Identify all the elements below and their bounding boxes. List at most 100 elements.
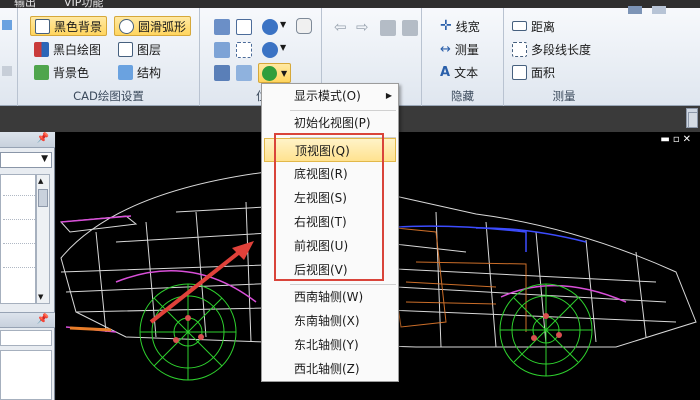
- left-panel-scrollbar[interactable]: ▲ ▼: [36, 174, 50, 304]
- text-button[interactable]: A 文本: [440, 62, 478, 82]
- back-arrow-icon[interactable]: ⇦: [334, 18, 347, 36]
- measure-button[interactable]: ↔ 测量: [440, 39, 479, 59]
- ribbon-group-partial: [0, 8, 18, 106]
- black-background-label: 黑色背景: [54, 19, 103, 34]
- cad-group-label: CAD绘图设置: [73, 89, 144, 103]
- dropdown-arrow-icon: ▼: [41, 154, 48, 164]
- pan-hand-icon[interactable]: [296, 18, 312, 34]
- black-background-button[interactable]: 黑色背景: [30, 16, 108, 36]
- right-view-label: 右视图(T): [294, 215, 347, 229]
- tab-export[interactable]: 输出: [14, 0, 36, 8]
- pin-icon-2[interactable]: 📌: [37, 314, 49, 325]
- front-view-label: 前视图(U): [294, 239, 349, 253]
- background-color-label: 背景色: [53, 65, 90, 80]
- forward-arrow-icon[interactable]: ⇨: [356, 18, 369, 36]
- globe-view-icon: [262, 65, 277, 81]
- se-iso-label: 东南轴侧(X): [294, 314, 360, 328]
- polyline-icon: [512, 41, 527, 57]
- menu-item-top-view[interactable]: 顶视图(Q): [264, 138, 396, 162]
- bw-draw-label: 黑白绘图: [53, 42, 102, 57]
- left-panel-field[interactable]: [0, 330, 52, 346]
- scroll-down-icon[interactable]: ▼: [38, 293, 43, 301]
- ribbon-group-measure: 距离 多段线长度 面积 测量: [504, 8, 624, 106]
- menu-item-bottom-view[interactable]: 底视图(R): [262, 162, 398, 186]
- partial-icon-2[interactable]: [2, 66, 12, 76]
- left-panel-list[interactable]: [0, 174, 36, 304]
- left-panel: 📌 ▼ ▲ ▼ 📌: [0, 132, 55, 400]
- zoom-in-icon[interactable]: [262, 19, 278, 35]
- layers-icon: [118, 41, 133, 57]
- nw-iso-label: 西北轴侧(Z): [294, 362, 360, 376]
- smooth-arc-button[interactable]: 圆滑弧形: [114, 16, 192, 36]
- list-divider: [3, 219, 35, 220]
- hide-group-label: 隐藏: [451, 89, 474, 103]
- zoom-realtime-icon[interactable]: [236, 19, 252, 35]
- menu-item-right-view[interactable]: 右视图(T): [262, 210, 398, 234]
- help-icon[interactable]: [628, 6, 642, 14]
- zoom-extents-icon[interactable]: [214, 42, 230, 58]
- grid-icon: [35, 18, 50, 34]
- measure-group-label: 测量: [552, 89, 576, 103]
- fit-view-icon[interactable]: [236, 42, 252, 58]
- layers-label: 图层: [137, 42, 162, 57]
- text-a-icon: A: [440, 64, 451, 80]
- left-view-label: 左视图(S): [294, 191, 347, 205]
- layers-button[interactable]: 图层: [118, 39, 161, 59]
- ne-iso-label: 东北轴侧(Y): [294, 338, 359, 352]
- rotate-icon[interactable]: [214, 65, 230, 81]
- menu-bar: 输出 VIP功能: [0, 0, 700, 8]
- plus-icon: ✛: [440, 18, 452, 34]
- paste-icon[interactable]: [402, 20, 418, 36]
- menu-item-sw-iso[interactable]: 西南轴侧(W): [262, 285, 398, 309]
- left-panel-header-2: 📌: [0, 312, 55, 328]
- menu-item-front-view[interactable]: 前视图(U): [262, 234, 398, 258]
- distance-label: 距离: [531, 19, 556, 34]
- tab-vip[interactable]: VIP功能: [64, 0, 103, 8]
- viewport-window-controls[interactable]: ▬▫✕: [660, 134, 694, 145]
- menu-item-left-view[interactable]: 左视图(S): [262, 186, 398, 210]
- pin-icon[interactable]: 📌: [37, 133, 49, 144]
- menu-item-nw-iso[interactable]: 西北轴侧(Z): [262, 357, 398, 381]
- menu-item-ne-iso[interactable]: 东北轴侧(Y): [262, 333, 398, 357]
- arc-icon: [119, 18, 134, 34]
- sw-iso-label: 西南轴侧(W): [294, 290, 364, 304]
- polyline-length-label: 多段线长度: [531, 42, 592, 57]
- polyline-length-button[interactable]: 多段线长度: [512, 39, 591, 59]
- area-button[interactable]: 面积: [512, 62, 555, 82]
- menu-item-display-mode[interactable]: 显示模式(O) ▶: [262, 84, 398, 108]
- left-panel-header: 📌: [0, 132, 55, 148]
- list-divider: [3, 267, 35, 268]
- ribbon-group-hide: ✛ 线宽 ↔ 测量 A 文本 隐藏: [422, 8, 504, 106]
- zoom-window-icon[interactable]: [214, 19, 230, 35]
- menu-item-back-view[interactable]: 后视图(V): [262, 258, 398, 282]
- left-panel-dropdown[interactable]: ▼: [0, 152, 52, 168]
- partial-icon[interactable]: [2, 20, 12, 30]
- display-mode-label: 显示模式(O): [294, 89, 361, 103]
- menu-item-se-iso[interactable]: 东南轴侧(X): [262, 309, 398, 333]
- menu-item-init-view[interactable]: 初始化视图(P): [262, 111, 398, 135]
- options-icon[interactable]: [652, 6, 666, 14]
- text-label: 文本: [454, 65, 479, 80]
- viewport-side-handle[interactable]: [688, 112, 698, 128]
- submenu-arrow-icon: ▶: [385, 91, 392, 100]
- structure-icon: [118, 64, 133, 80]
- zoom-in-dropdown-icon[interactable]: ▼: [280, 20, 286, 29]
- view-preset-button[interactable]: ▼: [258, 63, 292, 83]
- orbit-icon[interactable]: [236, 65, 252, 81]
- line-width-button[interactable]: ✛ 线宽: [440, 16, 480, 36]
- zoom-out-dropdown-icon[interactable]: ▼: [280, 43, 286, 52]
- copy-icon[interactable]: [380, 20, 396, 36]
- ribbon-group-cad: 黑色背景 圆滑弧形 黑白绘图 图层 背景色 结构 CAD绘图设置: [18, 8, 200, 106]
- back-view-label: 后视图(V): [294, 263, 348, 277]
- init-view-label: 初始化视图(P): [294, 116, 371, 130]
- scroll-thumb[interactable]: [38, 189, 48, 207]
- bw-draw-button[interactable]: 黑白绘图: [34, 39, 101, 59]
- list-divider: [3, 195, 35, 196]
- distance-button[interactable]: 距离: [512, 16, 555, 36]
- area-icon: [512, 64, 527, 80]
- background-color-button[interactable]: 背景色: [34, 62, 89, 82]
- structure-button[interactable]: 结构: [118, 62, 161, 82]
- scroll-up-icon[interactable]: ▲: [38, 177, 43, 185]
- structure-label: 结构: [137, 65, 162, 80]
- zoom-out-icon[interactable]: [262, 42, 278, 58]
